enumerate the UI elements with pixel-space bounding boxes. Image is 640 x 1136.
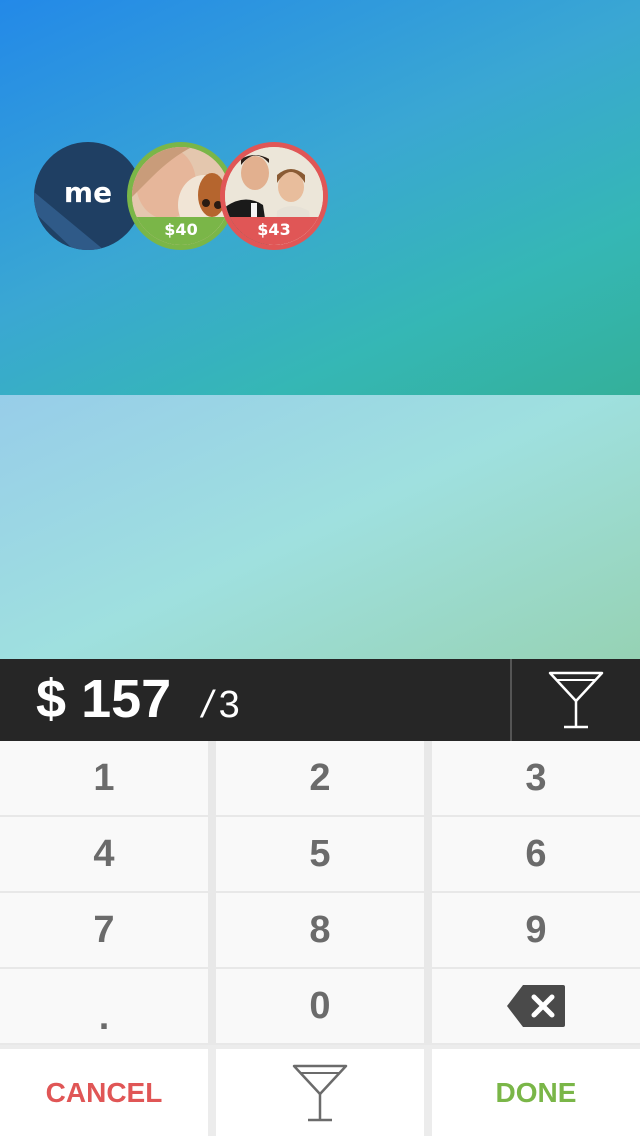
avatar-me[interactable]: me <box>34 142 142 250</box>
split-slash: / <box>202 684 213 726</box>
tip-button[interactable] <box>216 1049 424 1136</box>
key-decimal[interactable]: . <box>0 969 208 1043</box>
total-amount: $ 157 <box>36 669 171 729</box>
key-3[interactable]: 3 <box>432 741 640 815</box>
avatar-me-label: me <box>63 176 113 209</box>
action-bar: CANCEL DONE <box>0 1045 640 1136</box>
participants-row: me $40 $43 <box>34 142 334 254</box>
key-6[interactable]: 6 <box>432 817 640 891</box>
split-count-value: 3 <box>218 684 240 726</box>
cocktail-glass-icon <box>292 1064 348 1121</box>
avatar-friend-2[interactable]: $43 <box>220 142 328 250</box>
backspace-icon <box>507 985 565 1027</box>
key-5[interactable]: 5 <box>216 817 424 891</box>
done-button[interactable]: DONE <box>432 1049 640 1136</box>
key-2[interactable]: 2 <box>216 741 424 815</box>
amount-value: 157 <box>81 669 172 729</box>
currency-symbol: $ <box>36 669 67 729</box>
cancel-button[interactable]: CANCEL <box>0 1049 208 1136</box>
key-0[interactable]: 0 <box>216 969 424 1043</box>
total-bar: $ 157 /3 <box>0 659 640 741</box>
cocktail-glass-icon <box>548 671 604 729</box>
avatar-friend-1[interactable]: $40 <box>127 142 235 250</box>
header-gradient: me $40 $43 <box>0 0 640 395</box>
tip-toggle-button[interactable] <box>512 659 640 741</box>
friend-1-amount: $40 <box>132 217 230 245</box>
backspace-button[interactable] <box>432 969 640 1043</box>
split-count: /3 <box>202 683 240 727</box>
split-bill-screen: me $40 $43 $ 157 / 3 1 2 3 4 5 6 7 8 9 .… <box>0 0 640 1136</box>
key-7[interactable]: 7 <box>0 893 208 967</box>
key-8[interactable]: 8 <box>216 893 424 967</box>
numeric-keypad: 1 2 3 4 5 6 7 8 9 . 0 <box>0 741 640 1045</box>
key-4[interactable]: 4 <box>0 817 208 891</box>
key-9[interactable]: 9 <box>432 893 640 967</box>
key-1[interactable]: 1 <box>0 741 208 815</box>
content-gradient <box>0 395 640 659</box>
friend-2-amount: $43 <box>225 217 323 245</box>
